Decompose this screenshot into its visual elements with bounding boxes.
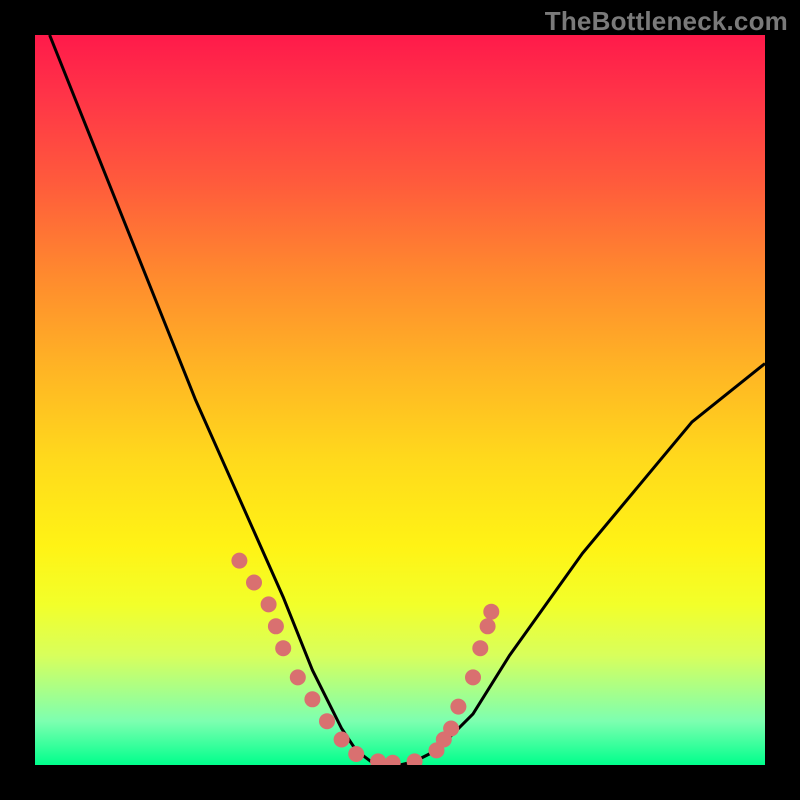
highlight-dot — [348, 746, 364, 762]
highlight-dot — [483, 604, 499, 620]
highlight-dot — [480, 618, 496, 634]
highlight-dot — [304, 691, 320, 707]
highlight-dot — [319, 713, 335, 729]
highlight-dot — [385, 755, 401, 765]
highlight-dot — [231, 553, 247, 569]
highlight-dot — [436, 732, 452, 748]
highlight-dot — [370, 753, 386, 765]
watermark-label: TheBottleneck.com — [545, 6, 788, 37]
highlight-dot — [465, 669, 481, 685]
highlight-dots-group — [231, 553, 499, 765]
highlight-dot — [246, 575, 262, 591]
plot-area — [35, 35, 765, 765]
highlight-dot — [334, 732, 350, 748]
chart-svg — [35, 35, 765, 765]
highlight-dot — [450, 699, 466, 715]
highlight-dot — [443, 721, 459, 737]
highlight-dot — [472, 640, 488, 656]
highlight-dot — [275, 640, 291, 656]
highlight-dot — [261, 596, 277, 612]
highlight-dot — [429, 742, 445, 758]
highlight-dot — [290, 669, 306, 685]
highlight-dot — [268, 618, 284, 634]
chart-frame: TheBottleneck.com — [0, 0, 800, 800]
bottleneck-curve-path — [50, 35, 765, 765]
highlight-dot — [407, 753, 423, 765]
